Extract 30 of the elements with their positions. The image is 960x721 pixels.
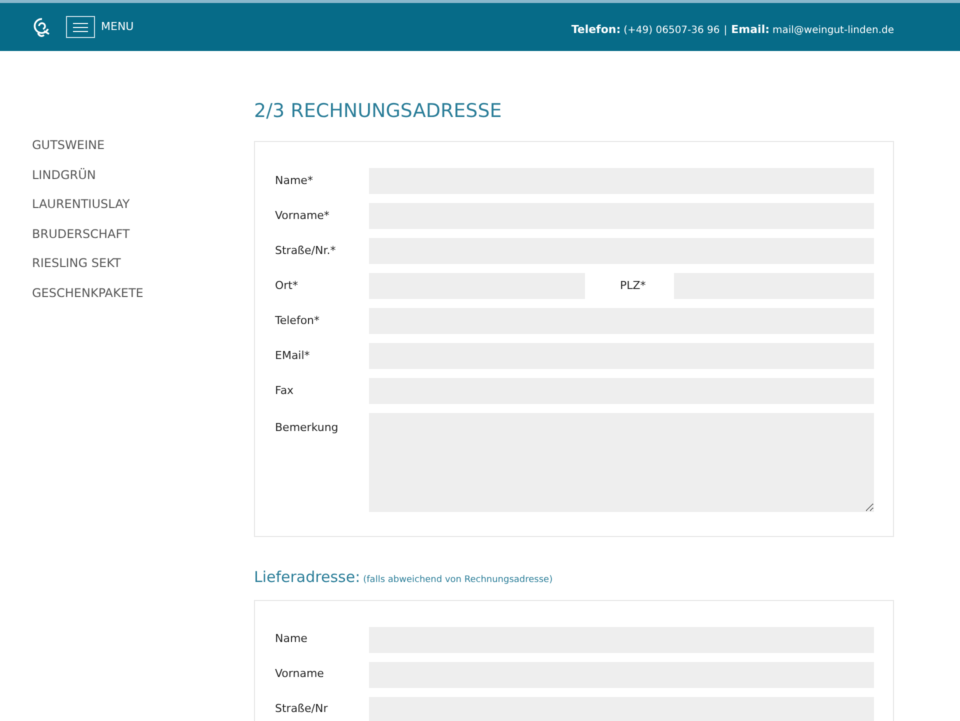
text-area[interactable]	[369, 413, 874, 512]
menu-label[interactable]: MENU	[101, 18, 134, 36]
category-link[interactable]: LINDGRÜN	[32, 166, 254, 184]
contact-label: Telefon:	[571, 22, 621, 38]
field-label: Name	[275, 631, 308, 648]
field-label: Ort*	[275, 278, 299, 294]
section-note: (falls abweichend von Rechnungsadresse)	[363, 574, 553, 587]
field-label: Straße/Nr	[275, 701, 329, 718]
field-label: PLZ*	[619, 278, 647, 294]
field-label: Vorname*	[275, 208, 330, 224]
section-heading: Lieferadresse:	[254, 567, 360, 588]
field-label: Name*	[275, 172, 314, 189]
field-label: Vorname	[275, 666, 325, 682]
page-title: 2/3 RECHNUNGSADRESSE	[254, 99, 503, 124]
field-label: Bemerkung	[275, 420, 340, 436]
field-label: Straße/Nr.*	[275, 242, 337, 259]
contact-value[interactable]: mail@weingut-linden.de	[772, 23, 894, 38]
category-link[interactable]: RIESLING SEKT	[32, 255, 254, 272]
category-link[interactable]: GUTSWEINE	[32, 137, 254, 154]
contact-label: Email:	[731, 22, 770, 38]
category-link[interactable]: GESCHENKPAKETE	[32, 284, 254, 302]
menu-icon[interactable]	[66, 16, 95, 38]
field-label: Telefon*	[275, 312, 321, 329]
contact-value[interactable]: (+49) 06507-36 96	[624, 23, 720, 38]
category-link[interactable]: BRUDERSCHAFT	[32, 226, 254, 243]
field-label: EMail*	[275, 348, 311, 364]
separator: |	[724, 24, 728, 38]
category-link[interactable]: LAURENTIUSLAY	[32, 196, 254, 214]
field-label: Fax	[275, 382, 295, 399]
logo-icon[interactable]	[32, 16, 52, 38]
